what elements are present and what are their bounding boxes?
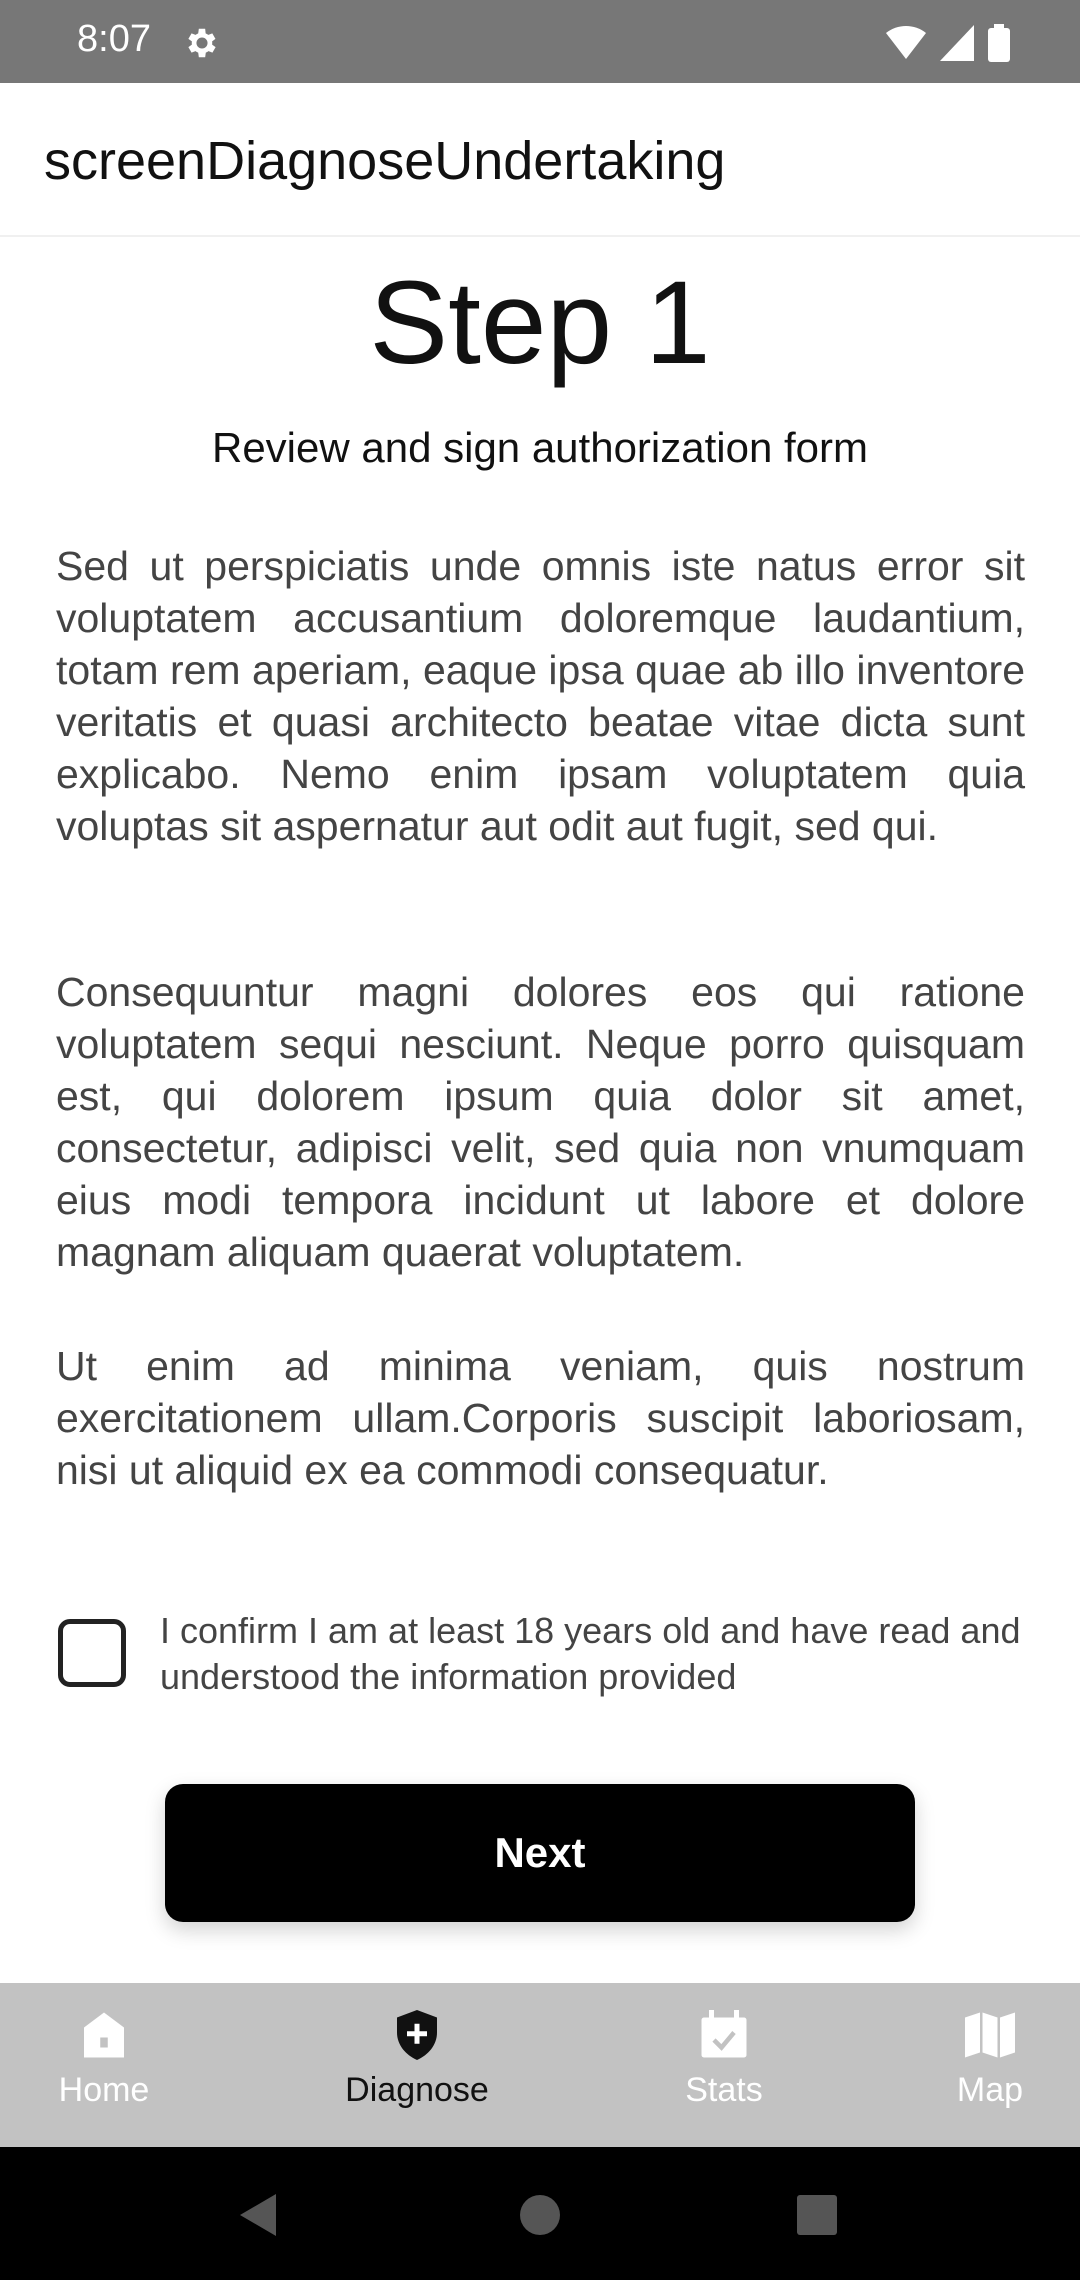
age-confirm-checkbox[interactable] <box>58 1619 126 1687</box>
app-title: screenDiagnoseUndertaking <box>44 131 726 191</box>
nav-label-home: Home <box>58 2071 150 2109</box>
gear-icon <box>188 28 216 58</box>
status-icons <box>886 24 1010 62</box>
age-confirm-label-container[interactable]: I confirm I am at least 18 years old and… <box>160 1608 1026 1708</box>
step-subtitle: Review and sign authorization form <box>211 424 868 471</box>
terms-paragraph-1: Sed ut perspiciatis unde omnis iste natu… <box>56 543 1025 849</box>
calendar-check-icon <box>701 2010 747 2058</box>
status-bar: 8:07 <box>0 0 1080 83</box>
map-icon <box>965 2012 1015 2058</box>
nav-label-stats: Stats <box>685 2071 763 2109</box>
shield-plus-icon <box>397 2010 437 2060</box>
back-icon[interactable] <box>236 2192 280 2238</box>
signal-icon <box>940 25 974 61</box>
nav-item-diagnose[interactable]: Diagnose <box>330 1983 504 2147</box>
recents-icon[interactable] <box>796 2194 838 2236</box>
age-confirm-label[interactable]: I confirm I am at least 18 years old and… <box>160 1608 1026 1700</box>
app-bar: screenDiagnoseUndertaking <box>0 83 1080 237</box>
home-circle-icon[interactable] <box>518 2193 562 2237</box>
battery-icon <box>988 24 1010 62</box>
terms-paragraph-2: Consequuntur magni dolores eos qui ratio… <box>56 969 1025 1275</box>
step-title: Step 1 <box>369 257 711 389</box>
nav-item-stats[interactable]: Stats <box>662 1983 786 2147</box>
nav-item-map[interactable]: Map <box>938 1983 1042 2147</box>
terms-paragraph-3: Ut enim ad minima veniam, quis nostrum e… <box>56 1343 1025 1493</box>
status-time: 8:07 <box>77 18 151 60</box>
nav-label-map: Map <box>956 2071 1024 2109</box>
wifi-icon <box>886 25 926 59</box>
bottom-nav: Home Diagnose Stats Map <box>0 1983 1080 2147</box>
next-button[interactable]: Next <box>165 1784 915 1922</box>
nav-label-diagnose: Diagnose <box>345 2071 489 2109</box>
home-icon <box>84 2012 124 2058</box>
nav-item-home[interactable]: Home <box>44 1983 164 2147</box>
system-nav-bar <box>0 2147 1080 2280</box>
